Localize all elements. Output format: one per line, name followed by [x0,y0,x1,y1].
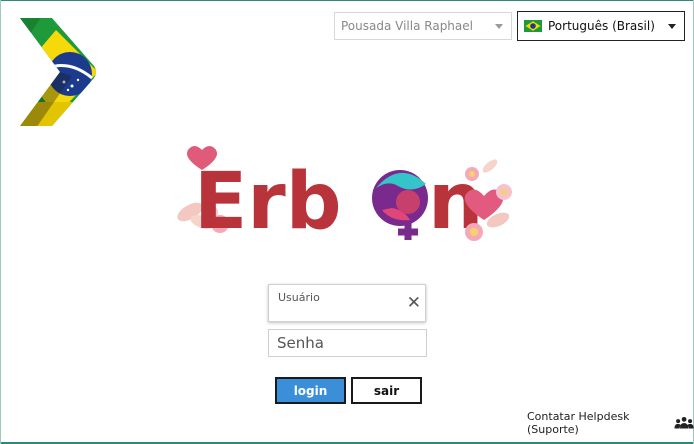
username-label: Usuário [278,291,320,304]
people-group-icon [674,416,694,429]
frame-border-top [0,0,694,1]
language-select[interactable]: Português (Brasil) [517,11,685,41]
chevron-down-icon [495,24,503,29]
chevron-down-icon [668,24,676,29]
brazil-flag-icon [524,20,542,32]
language-select-value: Português (Brasil) [548,19,655,33]
logo-letter-erb: Erb [194,157,342,247]
helpdesk-link-label: Contatar Helpdesk (Suporte) [527,410,630,436]
brazil-flag-logo [20,18,96,126]
hotel-select-value: Pousada Villa Raphael [341,19,473,33]
erbon-logo: Erb n [177,146,512,247]
clear-icon[interactable]: ✕ [407,294,421,312]
password-input[interactable] [268,329,427,357]
username-input[interactable] [277,305,397,319]
frame-border-left [0,0,1,444]
helpdesk-link[interactable]: Contatar Helpdesk (Suporte) [527,410,694,436]
username-field[interactable]: Usuário ✕ [268,284,426,322]
login-button[interactable]: login [275,377,346,404]
exit-button[interactable]: sair [351,377,422,404]
hotel-select[interactable]: Pousada Villa Raphael [334,12,512,40]
